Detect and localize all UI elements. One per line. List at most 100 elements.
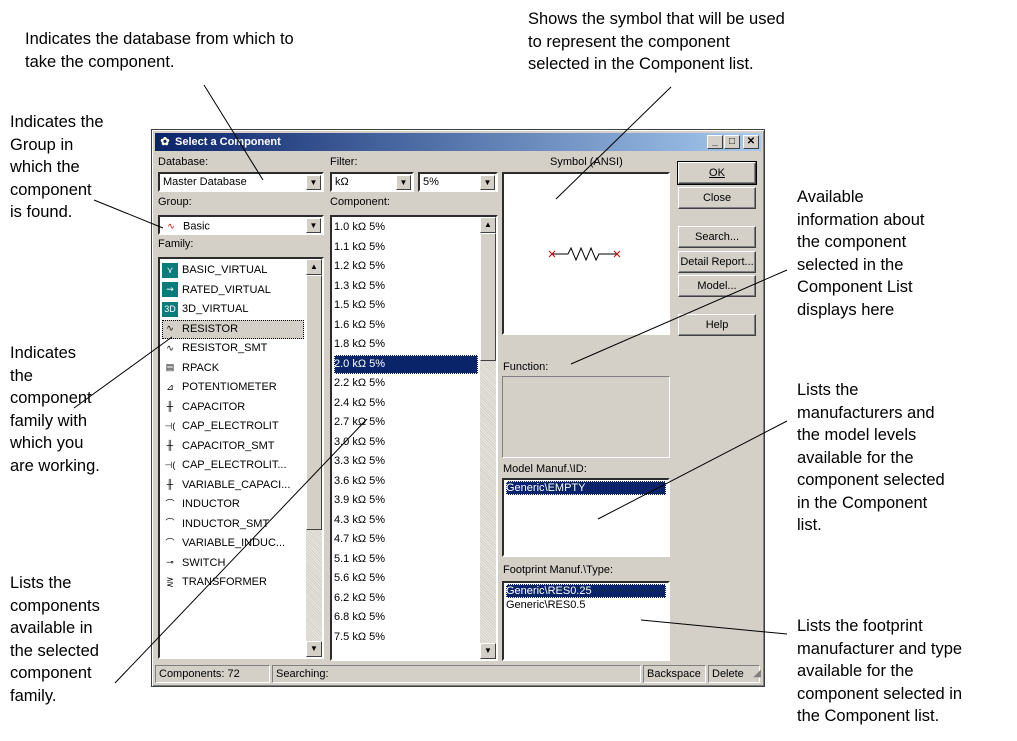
annotation-family: Indicates the component family with which yo… xyxy=(10,344,100,475)
component-item[interactable]: 1.1 kΩ 5% xyxy=(334,238,478,258)
chevron-down-icon[interactable]: ▼ xyxy=(480,175,495,190)
component-item[interactable]: 6.2 kΩ 5% xyxy=(334,589,478,609)
family-item[interactable]: ▤ RPACK xyxy=(162,359,304,379)
close-button[interactable]: Close xyxy=(678,187,756,209)
annotation-footprint: Lists the footprint manufacturer and type… xyxy=(797,617,963,725)
status-backspace: Backspace xyxy=(643,665,706,683)
family-item-label: TRANSFORMER xyxy=(182,576,267,588)
chevron-down-icon[interactable]: ▼ xyxy=(306,175,321,190)
family-item[interactable]: ╫ CAPACITOR xyxy=(162,398,304,418)
family-scrollbar[interactable]: ▲ ▼ xyxy=(306,259,322,657)
component-list[interactable]: 1.0 kΩ 5% 1.1 kΩ 5% 1.2 kΩ 5% 1.3 kΩ 5% 1.5 … xyxy=(330,215,498,661)
footprint-item[interactable]: Generic\RES0.25 xyxy=(506,584,666,598)
component-scroll-thumb[interactable] xyxy=(480,233,496,361)
footprint-label: Footprint Manuf.\Type: xyxy=(503,564,614,576)
family-scroll-thumb[interactable] xyxy=(306,275,322,530)
scroll-up-icon[interactable]: ▲ xyxy=(306,259,322,275)
potentiometer-icon: ⊿ xyxy=(166,381,174,392)
close-icon[interactable]: ✕ xyxy=(743,135,759,149)
family-item[interactable]: ⊿ POTENTIOMETER xyxy=(162,378,304,398)
cap-electrolit-icon: ⊣( xyxy=(164,420,176,431)
search-button[interactable]: Search... xyxy=(678,226,756,248)
footprint-item[interactable]: Generic\RES0.5 xyxy=(506,598,666,612)
scroll-up-icon[interactable]: ▲ xyxy=(480,217,496,233)
resistor-icon: ∿ xyxy=(166,323,174,334)
family-item[interactable]: ⊣(CAP_ELECTROLIT... xyxy=(162,456,304,476)
select-component-dialog: ✿ Select a Component _ □ ✕ Database: Mas… xyxy=(151,129,765,687)
symbol-label: Symbol (ANSI) xyxy=(550,156,623,168)
family-item[interactable]: ╫ VARIABLE_CAPACI... xyxy=(162,476,304,496)
family-item[interactable]: 3D 3D_VIRTUAL xyxy=(162,300,304,320)
filter-tolerance-select[interactable]: 5% ▼ xyxy=(418,172,498,192)
model-button[interactable]: Model... xyxy=(678,275,756,297)
family-item[interactable]: ⌒ VARIABLE_INDUC... xyxy=(162,534,304,554)
minimize-icon[interactable]: _ xyxy=(707,135,723,149)
annotation-components: Lists the components available in the selec… xyxy=(10,574,100,705)
family-item[interactable]: ⇝ RATED_VIRTUAL xyxy=(162,281,304,301)
family-list[interactable]: ⋎ BASIC_VIRTUAL ⇝ RATED_VIRTUAL 3D 3D_VIRTUAL… xyxy=(158,257,324,659)
resistor-symbol-icon xyxy=(548,246,621,262)
component-item[interactable]: 2.2 kΩ 5% xyxy=(334,374,478,394)
family-item[interactable]: ∿ RESISTOR xyxy=(162,319,304,339)
dialog-title: Select a Component xyxy=(175,136,281,148)
scroll-down-icon[interactable]: ▼ xyxy=(306,641,322,657)
component-item[interactable]: 6.8 kΩ 5% xyxy=(334,608,478,628)
component-item[interactable]: 1.0 kΩ 5% xyxy=(334,218,478,238)
chevron-down-icon[interactable]: ▼ xyxy=(306,218,321,233)
app-icon: ✿ xyxy=(160,136,170,148)
component-item[interactable]: 3.3 kΩ 5% xyxy=(334,452,478,472)
component-item[interactable]: 2.0 kΩ 5% xyxy=(334,354,478,374)
family-item-label: POTENTIOMETER xyxy=(182,381,277,393)
component-item[interactable]: 2.7 kΩ 5% xyxy=(334,413,478,433)
component-item[interactable]: 4.7 kΩ 5% xyxy=(334,530,478,550)
basic-group-icon: ∿ xyxy=(167,221,175,231)
family-item[interactable]: ∿ RESISTOR_SMT xyxy=(162,339,304,359)
filter-unit-select[interactable]: kΩ ▼ xyxy=(330,172,414,192)
family-item[interactable]: ⊸ SWITCH xyxy=(162,554,304,574)
component-item[interactable]: 5.6 kΩ 5% xyxy=(334,569,478,589)
component-item[interactable]: 3.9 kΩ 5% xyxy=(334,491,478,511)
component-item[interactable]: 1.3 kΩ 5% xyxy=(334,277,478,297)
ok-button[interactable]: OK xyxy=(677,161,757,185)
component-item[interactable]: 1.6 kΩ 5% xyxy=(334,316,478,336)
component-item[interactable]: 1.8 kΩ 5% xyxy=(334,335,478,355)
family-item[interactable]: ⋎ BASIC_VIRTUAL xyxy=(162,261,304,281)
status-searching: Searching: xyxy=(272,665,641,683)
component-item[interactable]: 3.6 kΩ 5% xyxy=(334,472,478,492)
family-item[interactable]: ⋛ TRANSFORMER xyxy=(162,573,304,593)
family-item-label: CAP_ELECTROLIT xyxy=(182,420,279,432)
family-item-label: RPACK xyxy=(182,361,220,374)
component-item[interactable]: 1.5 kΩ 5% xyxy=(334,296,478,316)
dialog-titlebar[interactable]: ✿ Select a Component _ □ ✕ xyxy=(155,133,761,151)
scroll-down-icon[interactable]: ▼ xyxy=(480,643,496,659)
resize-grip-icon[interactable]: ◢ xyxy=(753,668,761,679)
family-item[interactable]: ⌒ INDUCTOR_SMT xyxy=(162,515,304,535)
component-item[interactable]: 5.1 kΩ 5% xyxy=(334,550,478,570)
help-button[interactable]: Help xyxy=(678,314,756,336)
family-item[interactable]: ⊣( CAP_ELECTROLIT xyxy=(162,417,304,437)
model-item[interactable]: Generic\EMPTY xyxy=(506,481,666,495)
database-select[interactable]: Master Database ▼ xyxy=(158,172,324,192)
resistor-smt-icon: ∿ xyxy=(166,342,174,353)
variable-capacitor-icon: ╫ xyxy=(166,479,174,490)
component-scrollbar[interactable]: ▲ ▼ xyxy=(480,217,496,659)
footprint-list[interactable]: Generic\RES0.25 Generic\RES0.5 xyxy=(502,581,670,661)
group-select[interactable]: ∿ Basic ▼ xyxy=(158,215,324,235)
model-list[interactable]: Generic\EMPTY xyxy=(502,478,670,557)
filter-unit-value: kΩ xyxy=(335,176,349,188)
component-item[interactable]: 3.0 kΩ 5% xyxy=(334,433,478,453)
component-item[interactable]: 2.4 kΩ 5% xyxy=(334,394,478,414)
component-item[interactable]: 7.5 kΩ 5% xyxy=(334,628,478,648)
maximize-icon[interactable]: □ xyxy=(724,135,740,149)
variable-inductor-icon: ⌒ xyxy=(165,537,175,548)
switch-icon: ⊸ xyxy=(166,557,174,568)
detail-report-button[interactable]: Detail Report... xyxy=(678,251,756,273)
database-label: Database: xyxy=(158,156,209,168)
family-item[interactable]: ⌒ INDUCTOR xyxy=(162,495,304,515)
family-item[interactable]: ╫ CAPACITOR_SMT xyxy=(162,437,304,457)
component-item[interactable]: 4.3 kΩ 5% xyxy=(334,511,478,531)
chevron-down-icon[interactable]: ▼ xyxy=(396,175,411,190)
status-components: Components: 72 xyxy=(155,665,270,683)
family-item-label: VARIABLE_CAPACI... xyxy=(182,478,291,491)
component-item[interactable]: 1.2 kΩ 5% xyxy=(334,257,478,277)
